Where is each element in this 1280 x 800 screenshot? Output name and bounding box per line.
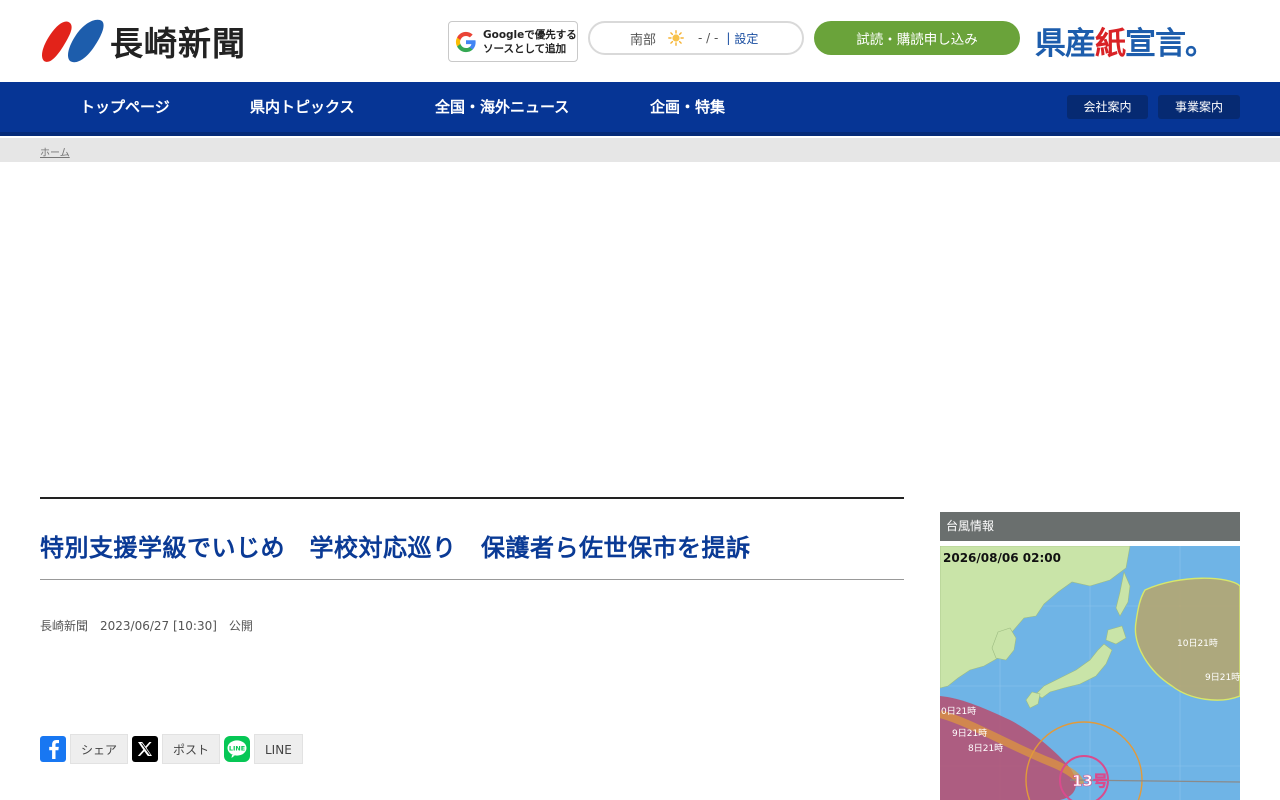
article-title: 特別支援学級でいじめ 学校対応巡り 保護者ら佐世保市を提訴 bbox=[40, 534, 751, 562]
breadcrumb-home[interactable]: ホーム bbox=[40, 144, 70, 159]
typhoon-label-0d: 0日21時 bbox=[941, 706, 976, 717]
share-facebook-button[interactable]: シェア bbox=[40, 734, 129, 764]
typhoon-label-9d-south: 9日21時 bbox=[952, 728, 987, 739]
google-button-text: Googleで優先する ソースとして追加 bbox=[483, 28, 577, 56]
facebook-icon bbox=[40, 736, 66, 762]
kensan-part2: 紙 bbox=[1095, 25, 1126, 62]
weather-setting-link[interactable]: 設定 bbox=[734, 30, 758, 47]
typhoon-map[interactable]: 2026/08/06 02:00 10日21時 9日21時 0日21時 9日21… bbox=[940, 546, 1240, 800]
sun-icon bbox=[668, 30, 684, 46]
weather-region[interactable]: 南部 bbox=[630, 29, 656, 48]
subscribe-button[interactable]: 試読・購読申し込み bbox=[814, 21, 1020, 55]
global-nav: トップページ 県内トピックス 全国・海外ニュース 企画・特集 会社案内 事業案内 bbox=[0, 82, 1280, 136]
business-info-button[interactable]: 事業案内 bbox=[1158, 95, 1240, 119]
typhoon-label-8d: 8日21時 bbox=[968, 743, 1003, 754]
typhoon-label-9d-north: 9日21時 bbox=[1205, 672, 1240, 683]
kensan-part3: 宣言。 bbox=[1125, 25, 1216, 62]
google-button-line1: Googleで優先する bbox=[483, 28, 577, 41]
share-x-label: ポスト bbox=[162, 734, 221, 764]
weather-temperature: - / - bbox=[698, 31, 719, 45]
article-top-rule bbox=[40, 497, 904, 499]
kensan-text: 県産紙宣言。 bbox=[1035, 18, 1216, 63]
logo-mark-icon bbox=[40, 17, 106, 65]
google-button-line2: ソースとして追加 bbox=[483, 42, 567, 55]
weather-widget: 南部 - / - | 設定 bbox=[588, 21, 804, 55]
typhoon-number: 13号 bbox=[1072, 772, 1108, 790]
x-icon bbox=[132, 736, 158, 762]
company-info-button[interactable]: 会社案内 bbox=[1067, 95, 1148, 119]
nav-item-national-world[interactable]: 全国・海外ニュース bbox=[435, 82, 569, 132]
typhoon-label-10d: 10日21時 bbox=[1177, 638, 1218, 649]
share-facebook-label: シェア bbox=[70, 734, 129, 764]
nav-item-features[interactable]: 企画・特集 bbox=[650, 82, 725, 132]
svg-text:LINE: LINE bbox=[229, 745, 245, 753]
share-line-label: LINE bbox=[254, 734, 303, 764]
kensan-part1: 県産 bbox=[1035, 25, 1096, 62]
typhoon-info-heading: 台風情報 bbox=[940, 512, 1240, 541]
weather-separator: | bbox=[726, 31, 731, 45]
nav-item-top[interactable]: トップページ bbox=[80, 82, 170, 132]
kensan-banner[interactable]: 県産紙宣言。 bbox=[1035, 21, 1230, 62]
typhoon-map-timestamp: 2026/08/06 02:00 bbox=[943, 551, 1061, 565]
share-line-button[interactable]: LINE LINE bbox=[224, 734, 303, 764]
google-preferred-source-button[interactable]: Googleで優先する ソースとして追加 bbox=[448, 21, 578, 62]
share-x-button[interactable]: ポスト bbox=[132, 734, 221, 764]
line-icon: LINE bbox=[224, 736, 250, 762]
nav-item-local-topics[interactable]: 県内トピックス bbox=[250, 82, 355, 132]
article-title-rule bbox=[40, 579, 904, 580]
site-header: 長崎新聞 Googleで優先する ソースとして追加 南部 - / - | 設定 … bbox=[0, 0, 1280, 82]
logo-text: 長崎新聞 bbox=[110, 24, 246, 63]
google-g-icon bbox=[455, 31, 477, 53]
site-logo[interactable]: 長崎新聞 bbox=[40, 17, 246, 65]
breadcrumb: ホーム bbox=[0, 138, 1280, 162]
article-meta: 長崎新聞 2023/06/27 [10:30] 公開 bbox=[40, 619, 253, 633]
